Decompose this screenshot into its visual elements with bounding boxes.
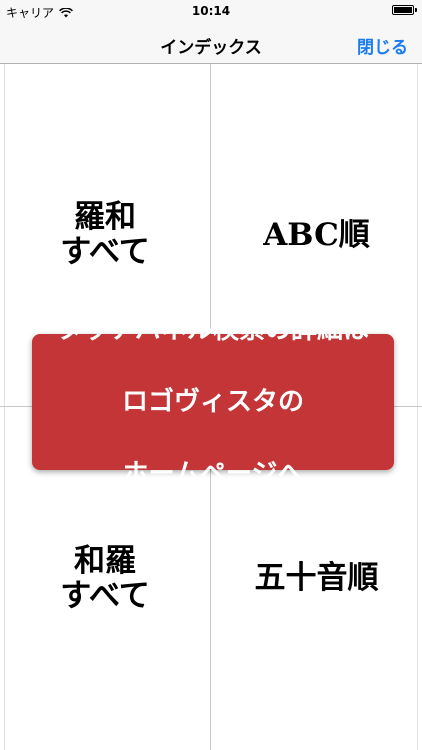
logovista-homepage-banner[interactable]: タッチパネル検索の詳細は ロゴヴィスタの ホームページへ	[32, 315, 394, 489]
index-cell-label: 五十音順	[254, 560, 379, 597]
banner-line-2: ロゴヴィスタの	[121, 387, 304, 417]
status-time: 10:14	[191, 4, 231, 18]
index-cell-label: 羅和 すべて	[60, 199, 150, 270]
navigation-bar: インデックス 閉じる	[0, 22, 422, 64]
status-bar: キャリア 10:14	[0, 0, 422, 22]
banner-line-3: ホームページへ	[122, 459, 304, 489]
banner-line-1: タッチパネル検索の詳細は	[56, 315, 369, 345]
banner-text: タッチパネル検索の詳細は ロゴヴィスタの ホームページへ	[57, 276, 369, 528]
index-cell-label: 和羅 すべて	[60, 542, 150, 614]
close-button[interactable]: 閉じる	[357, 33, 408, 58]
index-cell-label: ABC順	[263, 216, 370, 253]
battery-icon	[392, 5, 417, 15]
